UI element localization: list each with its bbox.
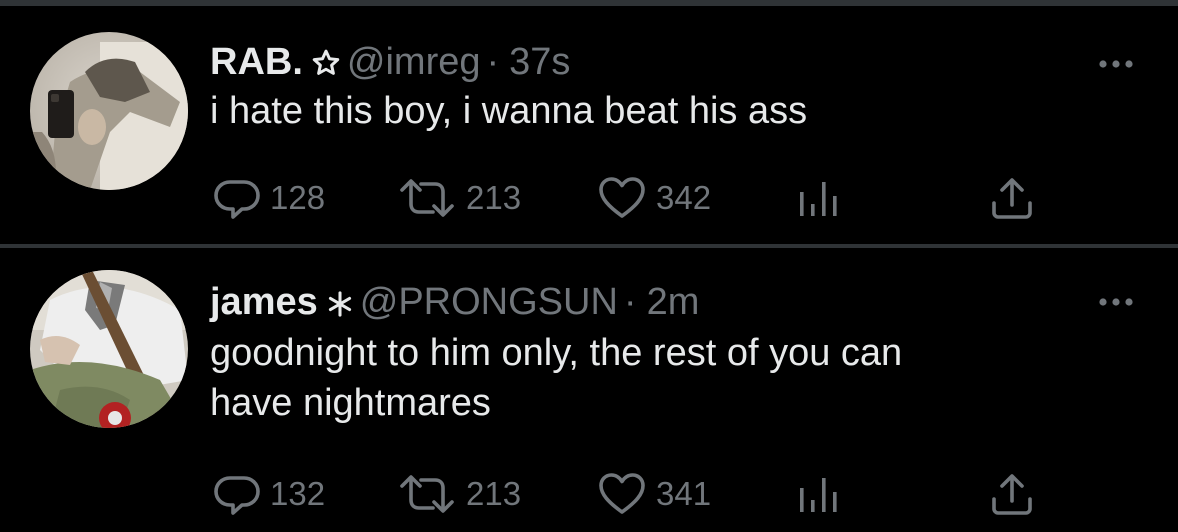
asterisk-icon xyxy=(326,283,354,329)
share-icon xyxy=(990,471,1034,517)
heart-icon xyxy=(598,176,646,220)
tweet-header: RAB. @imreg · 37s xyxy=(210,39,570,89)
display-name[interactable]: RAB. xyxy=(210,41,303,83)
reply-count: 128 xyxy=(270,179,326,216)
tweet-text: goodnight to him only, the rest of you c… xyxy=(210,328,1110,428)
separator: · xyxy=(623,281,637,323)
retweet-count: 213 xyxy=(466,179,522,216)
tweet-text-line: have nightmares xyxy=(210,382,491,424)
tweet-text-line: goodnight to him only, the rest of you c… xyxy=(210,332,903,374)
avatar[interactable] xyxy=(30,32,188,190)
retweet-icon xyxy=(398,176,456,220)
reply-icon xyxy=(214,176,260,220)
tweet-header: james @PRONGSUN · 2m xyxy=(210,279,699,329)
share-icon xyxy=(990,175,1034,221)
like-button[interactable]: 341 xyxy=(598,469,711,519)
reply-button[interactable]: 132 xyxy=(214,469,325,519)
like-count: 341 xyxy=(656,475,712,512)
reply-count: 132 xyxy=(270,475,326,512)
timestamp[interactable]: 37s xyxy=(509,41,570,83)
display-name[interactable]: james xyxy=(210,281,318,323)
share-button[interactable] xyxy=(990,173,1034,223)
retweet-button[interactable]: 213 xyxy=(398,173,521,223)
handle[interactable]: @PRONGSUN xyxy=(360,281,618,323)
tweet-text-line: i hate this boy, i wanna beat his ass xyxy=(210,90,808,132)
separator: · xyxy=(486,41,500,83)
handle[interactable]: @imreg xyxy=(347,41,481,83)
views-button[interactable] xyxy=(796,469,840,519)
tweet[interactable]: RAB. @imreg · 37s i hate this boy, i wanna … xyxy=(0,6,1178,244)
retweet-button[interactable]: 213 xyxy=(398,469,521,519)
bar-chart-icon xyxy=(796,176,840,220)
avatar[interactable] xyxy=(30,270,188,428)
tweet-text: i hate this boy, i wanna beat his ass xyxy=(210,86,1110,136)
heart-icon xyxy=(598,472,646,516)
bar-chart-icon xyxy=(796,472,840,516)
tweet[interactable]: james @PRONGSUN · 2m goodnight to him only,… xyxy=(0,248,1178,532)
reply-icon xyxy=(214,472,260,516)
star-outline-icon xyxy=(311,43,341,89)
tweet-actions: 132 213 341 xyxy=(0,469,1178,519)
retweet-icon xyxy=(398,472,456,516)
retweet-count: 213 xyxy=(466,475,522,512)
reply-button[interactable]: 128 xyxy=(214,173,325,223)
like-button[interactable]: 342 xyxy=(598,173,711,223)
views-button[interactable] xyxy=(796,173,840,223)
timestamp[interactable]: 2m xyxy=(647,281,700,323)
like-count: 342 xyxy=(656,179,712,216)
more-options-icon[interactable] xyxy=(1096,292,1136,312)
share-button[interactable] xyxy=(990,469,1034,519)
more-options-icon[interactable] xyxy=(1096,54,1136,74)
tweet-actions: 128 213 342 xyxy=(0,173,1178,223)
